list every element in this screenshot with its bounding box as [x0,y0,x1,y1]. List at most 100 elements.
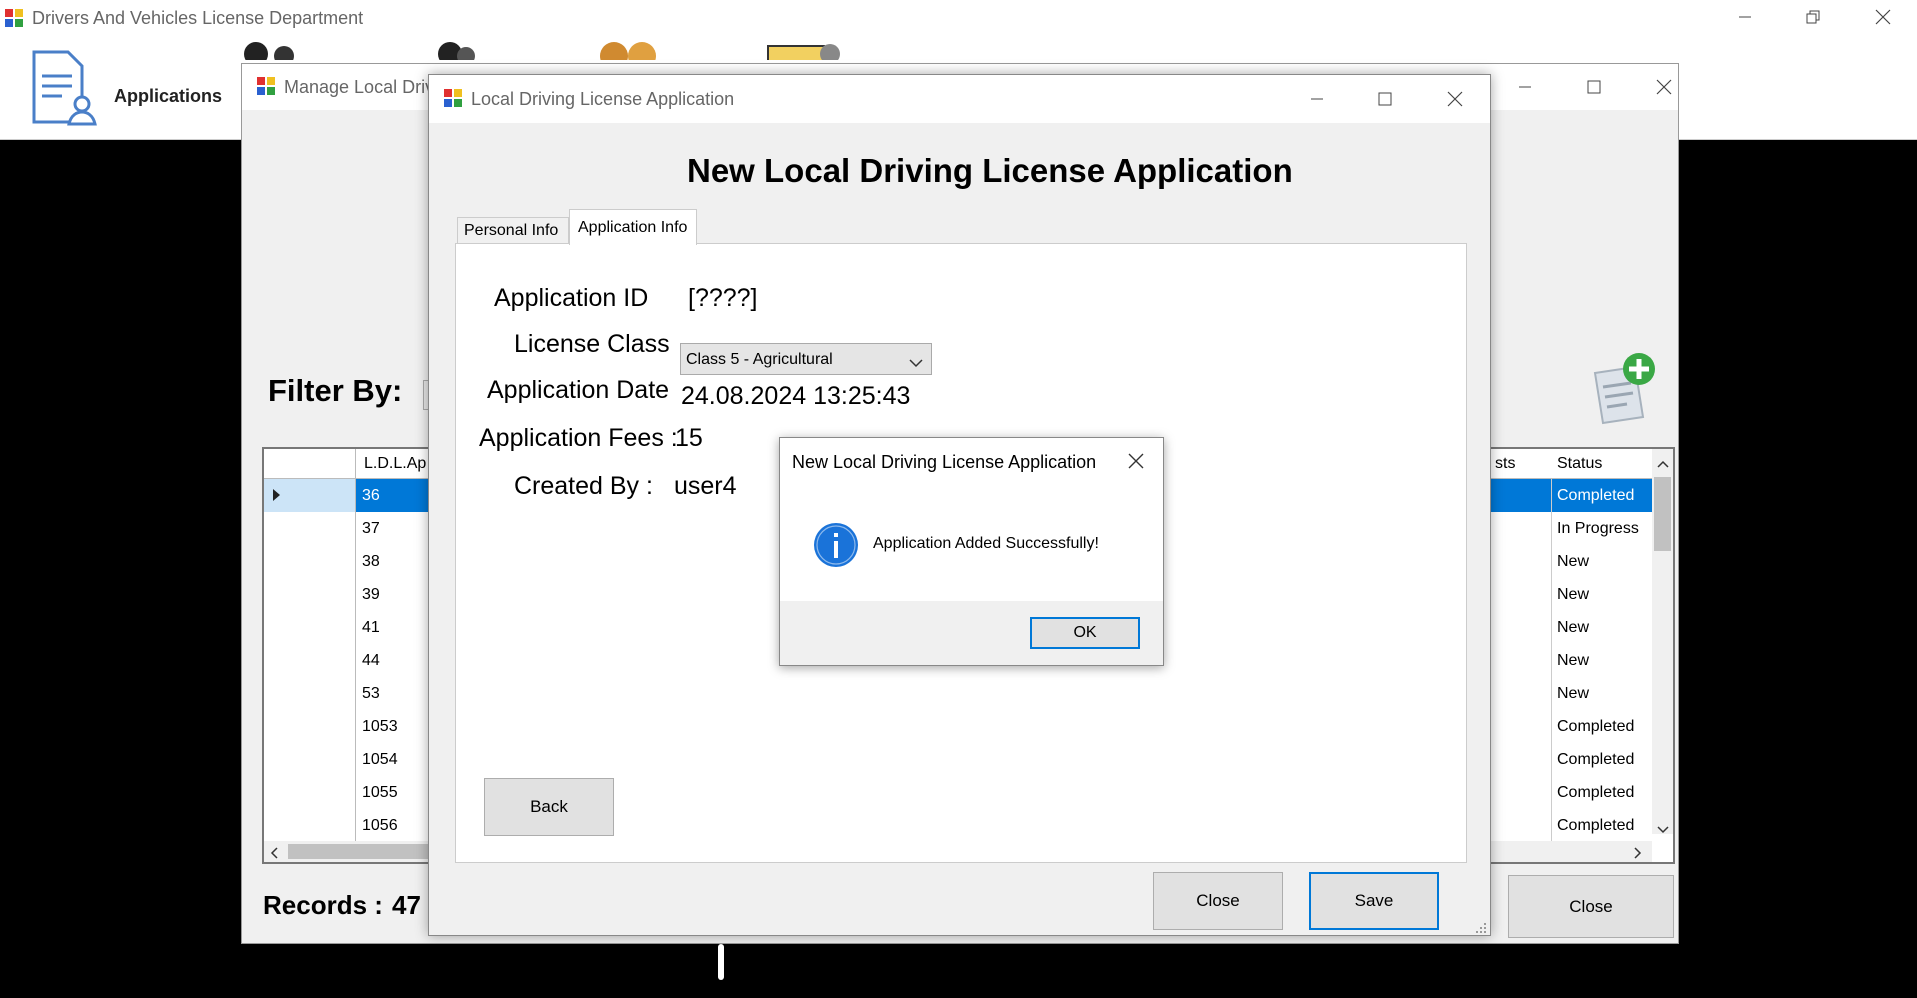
tab-personal-info[interactable]: Personal Info [457,217,569,243]
cell-status[interactable]: New [1552,644,1652,677]
filter-by-label: Filter By: [268,373,403,408]
cell-tests[interactable] [1490,710,1552,743]
row-header[interactable] [264,809,356,842]
created-by-label: Created By : [514,472,653,500]
cell-status[interactable]: New [1552,677,1652,710]
message-box-close-button[interactable] [1116,446,1156,476]
people-icon[interactable] [240,40,320,66]
add-application-icon[interactable] [1577,351,1663,442]
grid-header-tests[interactable]: sts [1495,449,1515,480]
app-icon [4,8,24,28]
grid-vertical-scrollbar[interactable] [1652,449,1673,834]
message-box-text: Application Added Successfully! [873,535,1099,552]
cell-id[interactable]: 1053 [356,710,436,743]
cell-status[interactable]: Completed [1552,776,1652,809]
created-by-value: user4 [674,472,737,500]
resize-grip-icon[interactable] [1475,921,1487,939]
cell-tests[interactable] [1490,611,1552,644]
scrollbar-thumb[interactable] [1654,477,1671,551]
cell-status[interactable]: New [1552,545,1652,578]
manage-close-button[interactable] [1644,72,1684,102]
cell-tests[interactable] [1490,743,1552,776]
row-header[interactable] [264,677,356,710]
cell-id[interactable]: 44 [356,644,436,677]
scroll-right-icon[interactable] [1634,846,1642,862]
grid-header-status[interactable]: Status [1557,449,1602,480]
scroll-left-icon[interactable] [270,846,278,862]
tab-application-info[interactable]: Application Info [569,209,697,245]
dialog-close-form-button[interactable]: Close [1153,872,1283,930]
row-header[interactable] [264,479,356,512]
application-id-label: Application ID [494,284,649,312]
dialog-close-button[interactable] [1435,84,1475,114]
row-header[interactable] [264,776,356,809]
dialog-minimize-button[interactable] [1297,84,1337,114]
row-header[interactable] [264,710,356,743]
cell-status[interactable]: Completed [1552,710,1652,743]
drivers-icon[interactable] [430,40,490,66]
info-icon [813,522,859,573]
cell-id[interactable]: 39 [356,578,436,611]
close-icon [1875,9,1891,25]
cell-id[interactable]: 38 [356,545,436,578]
close-icon [1656,79,1672,95]
applications-icon [26,48,98,133]
cell-status[interactable]: Completed [1552,809,1652,842]
main-title-bar: Drivers And Vehicles License Department [0,0,1917,36]
dialog-maximize-button[interactable] [1365,84,1405,114]
row-header[interactable] [264,545,356,578]
ok-button[interactable]: OK [1030,617,1140,649]
license-class-select[interactable]: Class 5 - Agricultural [680,343,932,375]
manage-close-form-button[interactable]: Close [1508,875,1674,938]
cell-tests[interactable] [1490,479,1552,512]
cell-tests[interactable] [1490,677,1552,710]
cell-tests[interactable] [1490,809,1552,842]
row-header[interactable] [264,743,356,776]
cell-id[interactable]: 36 [356,479,436,512]
row-header[interactable] [264,512,356,545]
tab-personal-info-label: Personal Info [464,222,559,239]
cell-status[interactable]: New [1552,611,1652,644]
application-date-value: 24.08.2024 13:25:43 [681,382,911,410]
cell-tests[interactable] [1490,545,1552,578]
manage-maximize-button[interactable] [1574,72,1614,102]
grid-header-id[interactable]: L.D.L.Ap [364,449,426,480]
main-minimize-button[interactable] [1725,2,1765,32]
applications-menu-button[interactable]: Applications [22,46,222,130]
cell-tests[interactable] [1490,512,1552,545]
row-header[interactable] [264,611,356,644]
cell-status[interactable]: Completed [1552,479,1652,512]
cell-status[interactable]: New [1552,578,1652,611]
application-date-label: Application Date [487,376,670,404]
scroll-up-icon[interactable] [1657,455,1669,473]
cell-id[interactable]: 53 [356,677,436,710]
cell-status[interactable]: Completed [1552,743,1652,776]
license-class-label: License Class [514,330,670,358]
main-close-button[interactable] [1863,2,1903,32]
dialog-heading: New Local Driving License Application [687,152,1293,189]
row-header[interactable] [264,644,356,677]
close-icon [1447,91,1463,107]
account-settings-icon[interactable] [764,40,844,67]
cell-id[interactable]: 1056 [356,809,436,842]
main-restore-button[interactable] [1793,2,1833,32]
cell-tests[interactable] [1490,578,1552,611]
message-box-title: New Local Driving License Application [792,452,1097,472]
users-icon[interactable] [594,40,674,70]
cell-id[interactable]: 37 [356,512,436,545]
scroll-down-icon[interactable] [1657,821,1669,839]
cell-status[interactable]: In Progress [1552,512,1652,545]
save-button[interactable]: Save [1309,872,1439,930]
dialog-title-bar: Local Driving License Application [429,75,1490,123]
cell-id[interactable]: 1055 [356,776,436,809]
manage-minimize-button[interactable] [1505,72,1545,102]
chevron-down-icon [909,355,923,373]
cell-id[interactable]: 1054 [356,743,436,776]
back-button[interactable]: Back [484,778,614,836]
cell-id[interactable]: 41 [356,611,436,644]
close-icon [1128,453,1144,469]
cell-tests[interactable] [1490,776,1552,809]
row-header[interactable] [264,578,356,611]
dialog-window-title: Local Driving License Application [471,89,735,109]
cell-tests[interactable] [1490,644,1552,677]
